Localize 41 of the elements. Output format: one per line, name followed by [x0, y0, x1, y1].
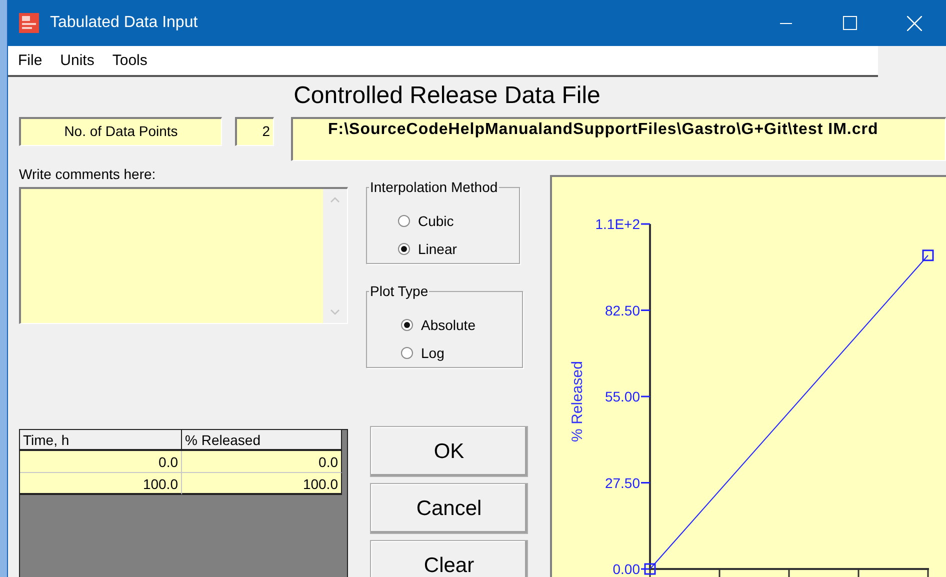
- radio-button[interactable]: [401, 319, 413, 331]
- tick-label: 1.1E+2: [595, 216, 640, 232]
- radio-label[interactable]: Cubic: [418, 213, 454, 229]
- tick-label: 82.50: [604, 302, 640, 318]
- radio-button[interactable]: [398, 243, 410, 255]
- tick-label: 27.50: [604, 474, 640, 491]
- tick-label: 55.00: [604, 388, 640, 404]
- radio-button[interactable]: [401, 347, 413, 359]
- window-title: Tabulated Data Input: [50, 14, 198, 32]
- data-points-label: No. of Data Points: [19, 117, 222, 146]
- group-title: Interpolation Method: [369, 179, 499, 195]
- scroll-up-icon[interactable]: [330, 197, 340, 203]
- table-cell[interactable]: 0.0: [182, 451, 342, 473]
- dialog-button[interactable]: OK: [370, 426, 528, 477]
- column-header[interactable]: % Released: [182, 430, 342, 451]
- dialog-button[interactable]: Cancel: [370, 483, 528, 534]
- scrollbar[interactable]: [323, 189, 347, 323]
- comments-field[interactable]: [19, 187, 348, 324]
- scroll-down-icon[interactable]: [330, 309, 340, 315]
- dialog-button[interactable]: Clear: [370, 540, 528, 577]
- menu-item[interactable]: File: [18, 52, 42, 69]
- table-cell[interactable]: 100.0: [182, 473, 342, 495]
- close-icon: [906, 16, 922, 30]
- radio-label[interactable]: Absolute: [421, 317, 476, 333]
- radio-label[interactable]: Log: [421, 345, 444, 361]
- column-header[interactable]: Time, h: [20, 430, 182, 451]
- tick-label: 0.00: [612, 561, 640, 577]
- group-title: Plot Type: [369, 283, 430, 299]
- data-points-field[interactable]: 2: [235, 117, 274, 146]
- table-cell[interactable]: 100.0: [20, 473, 182, 495]
- radio-label[interactable]: Linear: [418, 241, 457, 257]
- axis-title: % Released: [569, 361, 586, 442]
- menu-item[interactable]: Units: [60, 52, 94, 69]
- form-heading: Controlled Release Data File: [292, 82, 602, 111]
- app-icon: [18, 12, 40, 34]
- table-cell[interactable]: 0.0: [20, 451, 182, 473]
- menu-item[interactable]: Tools: [112, 52, 148, 69]
- comments-label: Write comments here:: [19, 166, 157, 182]
- radio-button[interactable]: [398, 215, 410, 227]
- maximize-icon: [843, 16, 857, 30]
- file-path: F:\SourceCodeHelpManualandSupportFiles\Gastro\G+Git\test IM.crd: [291, 117, 946, 161]
